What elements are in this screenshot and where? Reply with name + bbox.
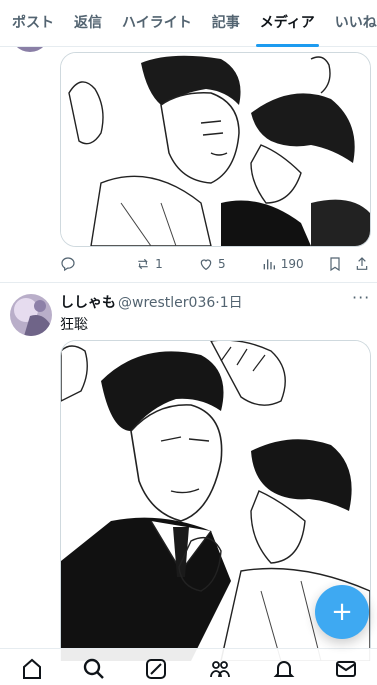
home-icon[interactable] xyxy=(20,657,44,681)
repost-button[interactable]: 1 xyxy=(135,256,198,272)
reply-button[interactable] xyxy=(60,256,135,272)
bookmark-button[interactable] xyxy=(327,256,354,272)
repost-icon xyxy=(138,258,148,270)
like-button[interactable]: 5 xyxy=(198,256,261,272)
views-icon xyxy=(263,259,275,270)
post-time: 1日 xyxy=(219,295,243,311)
share-icon xyxy=(356,257,368,270)
tab-likes[interactable]: いいね xyxy=(325,0,377,46)
reply-icon xyxy=(61,257,75,272)
post-actions: 1 5 190 xyxy=(60,252,370,276)
tab-articles[interactable]: 記事 xyxy=(202,0,250,46)
avatar[interactable] xyxy=(10,294,52,336)
search-icon[interactable] xyxy=(82,657,106,681)
tab-replies[interactable]: 返信 xyxy=(64,0,112,46)
tab-posts[interactable]: ポスト xyxy=(0,0,64,46)
views-count: 190 xyxy=(280,257,304,271)
grok-icon[interactable] xyxy=(144,657,168,681)
tab-highlights[interactable]: ハイライト xyxy=(112,0,202,46)
bookmark-icon xyxy=(330,257,340,272)
messages-icon[interactable] xyxy=(334,657,358,681)
divider xyxy=(0,282,377,283)
like-count: 5 xyxy=(217,257,226,271)
compose-post-button[interactable]: + xyxy=(315,585,369,639)
profile-tabs: ポスト 返信 ハイライト 記事 メディア いいね xyxy=(0,0,377,47)
like-icon xyxy=(200,259,212,271)
post-image[interactable] xyxy=(60,52,371,247)
share-button[interactable] xyxy=(354,256,370,272)
tab-media[interactable]: メディア xyxy=(250,0,325,47)
communities-icon[interactable] xyxy=(208,657,232,681)
notifications-icon[interactable] xyxy=(272,657,296,681)
handle: @wrestler036 xyxy=(118,295,216,311)
repost-count: 1 xyxy=(155,257,163,271)
post-text: 狂聡 xyxy=(60,317,88,333)
display-name[interactable]: ししゃも xyxy=(60,292,116,312)
views-button[interactable]: 190 xyxy=(261,256,328,272)
more-options-icon[interactable]: ··· xyxy=(352,288,370,307)
bottom-nav xyxy=(0,648,377,681)
post-meta[interactable]: @wrestler036·1日 xyxy=(118,292,243,312)
